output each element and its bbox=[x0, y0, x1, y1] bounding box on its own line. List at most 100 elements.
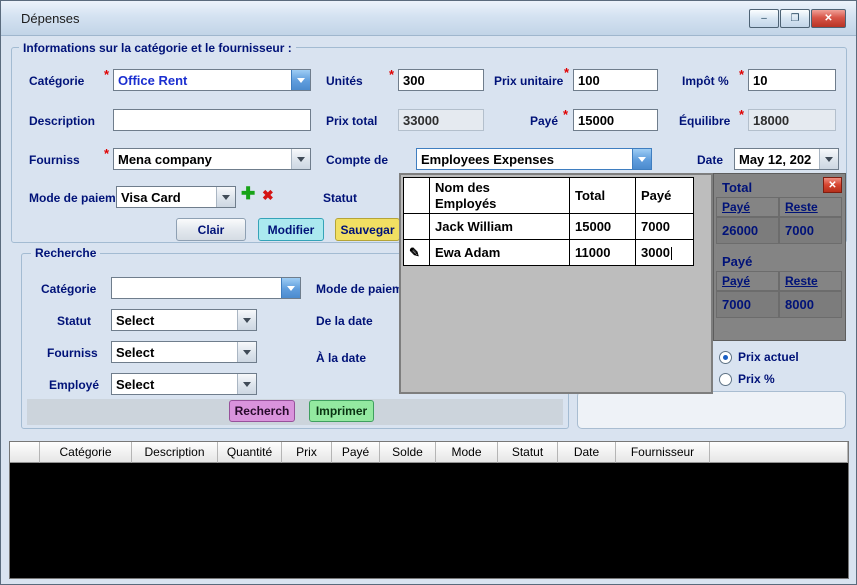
row-selector-header bbox=[404, 178, 430, 214]
employee-name-header[interactable]: Nom des Employés bbox=[430, 178, 570, 214]
mode-paiement-label: Mode de paieme bbox=[29, 191, 115, 205]
prix-total-label: Prix total bbox=[326, 114, 377, 128]
total-header[interactable]: Total bbox=[570, 178, 636, 214]
fourniss-value: Mena company bbox=[114, 149, 291, 169]
edit-pencil-icon: ✎ bbox=[409, 245, 420, 260]
prix-unitaire-input[interactable] bbox=[573, 69, 658, 91]
summary-paye-paye-value: 7000 bbox=[716, 291, 779, 318]
clair-button[interactable]: Clair bbox=[176, 218, 246, 241]
prix-pct-radio-label[interactable]: Prix % bbox=[738, 372, 775, 386]
employee-row[interactable]: Jack William 15000 7000 bbox=[404, 214, 694, 240]
required-marker: * bbox=[739, 67, 744, 82]
row-selector-header bbox=[10, 442, 40, 463]
column-header[interactable]: Prix bbox=[282, 442, 332, 463]
chevron-down-icon bbox=[243, 318, 251, 323]
maximize-icon: ❐ bbox=[791, 14, 800, 24]
dropdown-button[interactable] bbox=[819, 149, 838, 169]
window-title: Dépenses bbox=[21, 11, 80, 26]
column-header[interactable]: Quantité bbox=[218, 442, 282, 463]
column-header[interactable]: Date bbox=[558, 442, 616, 463]
fourniss-label: Fourniss bbox=[29, 153, 80, 167]
recherch-button[interactable]: Recherch bbox=[229, 400, 295, 422]
employee-name-cell[interactable]: Ewa Adam bbox=[430, 240, 570, 266]
column-header[interactable]: Payé bbox=[332, 442, 380, 463]
search-fourniss-label: Fourniss bbox=[47, 346, 98, 360]
summary-total-table: Payé Reste 26000 7000 bbox=[716, 197, 842, 244]
employee-name-cell[interactable]: Jack William bbox=[430, 214, 570, 240]
maximize-button[interactable]: ❐ bbox=[780, 9, 810, 28]
chevron-down-icon bbox=[243, 350, 251, 355]
date-picker[interactable]: May 12, 202 bbox=[734, 148, 839, 170]
prix-actuel-radio-label[interactable]: Prix actuel bbox=[738, 350, 799, 364]
summary-reste-header: Reste bbox=[779, 271, 842, 291]
prix-total-field bbox=[398, 109, 484, 131]
summary-panel: ✕ Total Payé Reste 26000 7000 Payé Payé … bbox=[713, 173, 846, 341]
close-button[interactable]: ✕ bbox=[811, 9, 846, 28]
column-header[interactable]: Statut bbox=[498, 442, 558, 463]
total-cell[interactable]: 15000 bbox=[570, 214, 636, 240]
employee-row[interactable]: ✎ Ewa Adam 11000 3000 bbox=[404, 240, 694, 266]
search-fourniss-select[interactable]: Select bbox=[111, 341, 257, 363]
fourniss-select[interactable]: Mena company bbox=[113, 148, 311, 170]
dropdown-button[interactable] bbox=[281, 278, 300, 298]
impot-input[interactable] bbox=[748, 69, 836, 91]
unites-input[interactable] bbox=[398, 69, 484, 91]
sauvegarder-button[interactable]: Sauvegar bbox=[335, 218, 400, 241]
column-header[interactable]: Description bbox=[132, 442, 218, 463]
modifier-button[interactable]: Modifier bbox=[258, 218, 324, 241]
date-label: Date bbox=[697, 153, 723, 167]
delete-mode-icon[interactable]: ✖ bbox=[262, 188, 274, 202]
prix-actuel-radio[interactable] bbox=[719, 351, 732, 364]
paye-cell[interactable]: 7000 bbox=[636, 214, 694, 240]
search-statut-value: Select bbox=[112, 310, 237, 330]
chevron-down-icon bbox=[297, 157, 305, 162]
column-header[interactable]: Mode bbox=[436, 442, 498, 463]
prix-pct-radio[interactable] bbox=[719, 373, 732, 386]
categorie-select[interactable]: Office Rent bbox=[113, 69, 311, 91]
employee-grid-header-row: Nom des Employés Total Payé bbox=[404, 178, 694, 214]
summary-paye-reste-value: 8000 bbox=[779, 291, 842, 318]
column-header[interactable]: Fournisseur bbox=[616, 442, 710, 463]
dropdown-button[interactable] bbox=[237, 374, 256, 394]
dropdown-button[interactable] bbox=[291, 149, 310, 169]
column-header[interactable]: Solde bbox=[380, 442, 436, 463]
required-marker: * bbox=[104, 67, 109, 82]
chevron-down-icon bbox=[287, 286, 295, 291]
search-mode-label: Mode de paiem bbox=[316, 282, 403, 296]
column-header[interactable]: Catégorie bbox=[40, 442, 132, 463]
dropdown-button[interactable] bbox=[632, 149, 651, 169]
chevron-down-icon bbox=[297, 78, 305, 83]
description-input[interactable] bbox=[113, 109, 311, 131]
compte-value: Employees Expenses bbox=[417, 149, 632, 169]
required-marker: * bbox=[564, 65, 569, 80]
mode-paiement-select[interactable]: Visa Card bbox=[116, 186, 236, 208]
search-fourniss-value: Select bbox=[112, 342, 237, 362]
search-categorie-select[interactable] bbox=[111, 277, 301, 299]
row-selector[interactable]: ✎ bbox=[404, 240, 430, 266]
row-selector[interactable] bbox=[404, 214, 430, 240]
dropdown-button[interactable] bbox=[237, 310, 256, 330]
search-categorie-label: Catégorie bbox=[41, 282, 96, 296]
required-marker: * bbox=[739, 107, 744, 122]
minimize-button[interactable]: – bbox=[749, 9, 779, 28]
dropdown-button[interactable] bbox=[291, 70, 310, 90]
summary-close-button[interactable]: ✕ bbox=[823, 177, 842, 193]
total-cell[interactable]: 11000 bbox=[570, 240, 636, 266]
imprimer-button[interactable]: Imprimer bbox=[309, 400, 374, 422]
paye-input[interactable] bbox=[573, 109, 658, 131]
paye-cell[interactable]: 3000 bbox=[636, 240, 694, 266]
search-employe-select[interactable]: Select bbox=[111, 373, 257, 395]
compte-select[interactable]: Employees Expenses bbox=[416, 148, 652, 170]
search-button-strip bbox=[27, 399, 563, 425]
close-icon: ✕ bbox=[828, 180, 836, 191]
equilibre-label: Équilibre bbox=[679, 114, 730, 128]
titlebar[interactable]: Dépenses – ❐ ✕ bbox=[1, 1, 856, 36]
search-statut-select[interactable]: Select bbox=[111, 309, 257, 331]
dropdown-button[interactable] bbox=[237, 342, 256, 362]
paye-header[interactable]: Payé bbox=[636, 178, 694, 214]
add-mode-icon[interactable]: ✚ bbox=[241, 185, 255, 202]
dropdown-button[interactable] bbox=[216, 187, 235, 207]
search-statut-label: Statut bbox=[57, 314, 91, 328]
results-grid[interactable]: Catégorie Description Quantité Prix Payé… bbox=[9, 441, 849, 579]
paye-label: Payé bbox=[530, 114, 558, 128]
